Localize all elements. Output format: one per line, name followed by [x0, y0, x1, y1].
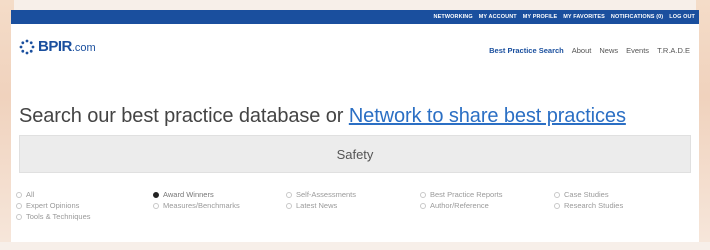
search-value: Safety	[336, 146, 374, 162]
filter-all[interactable]: All	[16, 190, 34, 199]
filter-best-practice-reports[interactable]: Best Practice Reports	[420, 190, 503, 199]
radio-icon[interactable]	[16, 191, 22, 198]
page-headline: Search our best practice database or Net…	[19, 105, 626, 128]
filter-latest-news[interactable]: Latest News	[286, 201, 337, 210]
filter-label: All	[26, 190, 35, 199]
radio-icon[interactable]	[420, 191, 426, 198]
filter-award-winners[interactable]: Award Winners	[153, 190, 214, 199]
logo-text: BPIR.com	[38, 38, 96, 55]
radio-icon[interactable]	[420, 202, 426, 209]
radio-icon[interactable]	[286, 191, 292, 198]
topnav-my-account[interactable]: MY ACCOUNT	[479, 14, 517, 20]
radio-icon[interactable]	[16, 202, 22, 209]
filter-label: Self-Assessments	[296, 190, 357, 199]
search-input[interactable]: Safety	[19, 135, 691, 173]
nav-trade[interactable]: T.R.A.D.E	[657, 46, 690, 55]
filter-label: Case Studies	[564, 190, 609, 199]
filter-label: Expert Opinions	[26, 201, 80, 210]
filter-research-studies[interactable]: Research Studies	[554, 201, 623, 210]
filter-label: Tools & Techniques	[26, 212, 91, 221]
logo-icon	[19, 39, 35, 54]
filter-label: Best Practice Reports	[430, 190, 503, 199]
filter-label: Measures/Benchmarks	[163, 201, 240, 210]
filter-measures-benchmarks[interactable]: Measures/Benchmarks	[153, 201, 240, 210]
logo-suffix: .com	[71, 42, 96, 54]
radio-icon[interactable]	[153, 202, 159, 209]
nav-about[interactable]: About	[572, 46, 592, 55]
topnav-networking[interactable]: NETWORKING	[434, 14, 473, 20]
nav-best-practice-search[interactable]: Best Practice Search	[489, 46, 564, 55]
headline-text: Search our best practice database or	[19, 105, 349, 127]
logo-name: BPIR	[38, 38, 72, 55]
radio-icon[interactable]	[554, 202, 560, 209]
topnav-log-out[interactable]: LOG OUT	[669, 14, 695, 20]
filter-expert-opinions[interactable]: Expert Opinions	[16, 201, 79, 210]
radio-icon[interactable]	[16, 213, 22, 220]
filter-self-assessments[interactable]: Self-Assessments	[286, 190, 356, 199]
radio-icon[interactable]	[554, 191, 560, 198]
filter-tools-techniques[interactable]: Tools & Techniques	[16, 212, 91, 221]
page: NETWORKING MY ACCOUNT MY PROFILE MY FAVO…	[11, 10, 699, 242]
top-bar: NETWORKING MY ACCOUNT MY PROFILE MY FAVO…	[11, 10, 699, 24]
filter-label: Research Studies	[564, 201, 624, 210]
radio-icon[interactable]	[286, 202, 292, 209]
radio-checked-icon[interactable]	[153, 191, 159, 198]
topnav-my-profile[interactable]: MY PROFILE	[523, 14, 558, 20]
filter-options: All Award Winners Self-Assessments Best …	[16, 190, 696, 250]
filter-label: Award Winners	[163, 190, 214, 199]
filter-author-reference[interactable]: Author/Reference	[420, 201, 489, 210]
main-nav: Best Practice Search About News Events T…	[489, 46, 690, 55]
filter-case-studies[interactable]: Case Studies	[554, 190, 609, 199]
top-nav: NETWORKING MY ACCOUNT MY PROFILE MY FAVO…	[434, 10, 695, 24]
logo[interactable]: BPIR.com	[19, 38, 96, 55]
filter-label: Author/Reference	[430, 201, 489, 210]
topnav-notifications[interactable]: NOTIFICATIONS (0)	[611, 14, 663, 20]
nav-events[interactable]: Events	[626, 46, 649, 55]
nav-news[interactable]: News	[599, 46, 618, 55]
filter-label: Latest News	[296, 201, 338, 210]
network-link[interactable]: Network to share best practices	[349, 105, 626, 127]
topnav-my-favorites[interactable]: MY FAVORITES	[563, 14, 605, 20]
